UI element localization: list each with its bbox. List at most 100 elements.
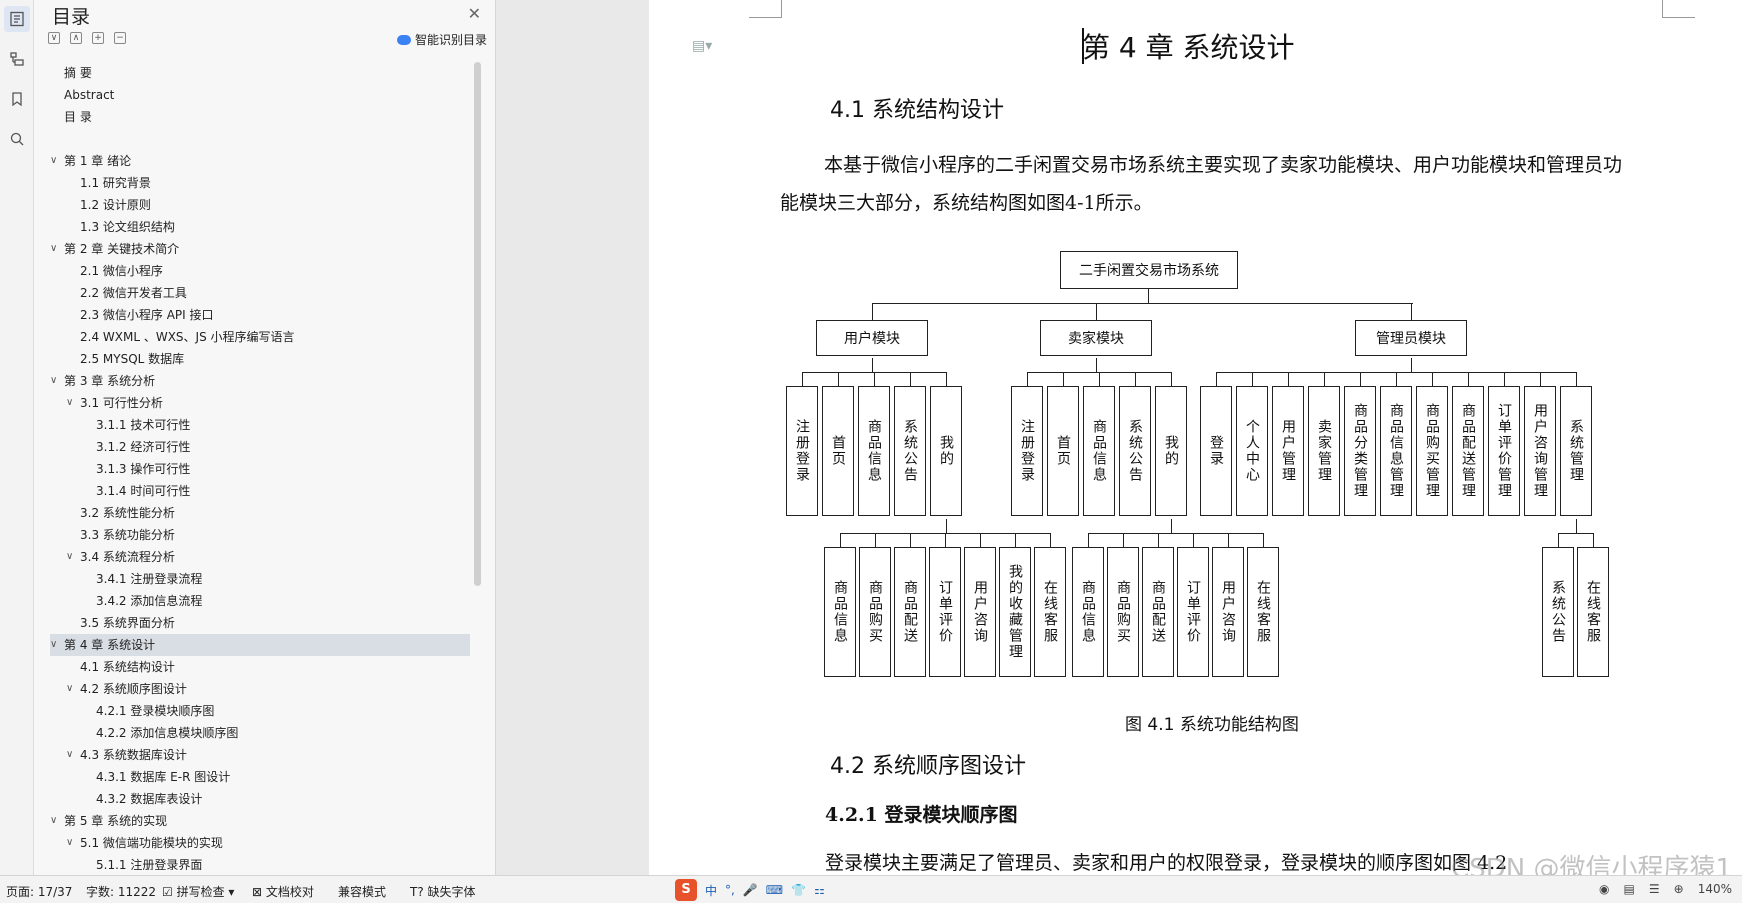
body-paragraph-login[interactable]: 登录模块主要满足了管理员、卖家和用户的权限登录，登录模块的顺序图如图 4.2 (825, 848, 1507, 875)
add-heading-icon[interactable]: + (92, 32, 104, 44)
ime-item[interactable]: 👕 (791, 883, 806, 897)
toc-item-label: 5.1.1 注册登录界面 (96, 858, 203, 870)
toc-item[interactable]: 目 录 (50, 106, 470, 128)
toc-item[interactable]: Abstract (50, 84, 470, 106)
toc-item[interactable]: 2.1 微信小程序 (50, 260, 470, 282)
expand-level-icon[interactable]: ∧ (70, 32, 82, 44)
connector-line (1193, 533, 1194, 547)
toc-item[interactable]: 4.1 系统结构设计 (50, 656, 470, 678)
toc-item[interactable]: 1.3 论文组织结构 (50, 216, 470, 238)
toc-item[interactable]: 1.2 设计原则 (50, 194, 470, 216)
toc-item[interactable]: 2.3 微信小程序 API 接口 (50, 304, 470, 326)
diagram-node-box: 首页 (1047, 386, 1079, 516)
ime-item[interactable]: °, (725, 883, 735, 897)
ime-item[interactable]: ⚏ (814, 883, 825, 897)
ime-item[interactable]: 中 (705, 882, 717, 899)
smart-toc-button[interactable]: 智能识别目录 (396, 31, 487, 48)
toc-item[interactable]: ∨ 第 4 章 系统设计 (50, 634, 470, 656)
chevron-down-icon[interactable]: ∨ (66, 832, 73, 854)
toc-item-label: 3.4.2 添加信息流程 (96, 594, 203, 608)
diagram-leaf-box: 在线客服 (1034, 547, 1066, 677)
chevron-down-icon[interactable]: ∨ (50, 238, 57, 260)
connector-line (1468, 372, 1469, 386)
connector-line (1123, 533, 1124, 547)
chevron-down-icon[interactable]: ∨ (50, 370, 57, 392)
subsection-heading-4-2-1[interactable]: 4.2.1 登录模块顺序图 (825, 800, 1018, 827)
toc-item[interactable]: ∨ 3.4 系统流程分析 (50, 546, 470, 568)
toc-item[interactable]: ∨ 4.3 系统数据库设计 (50, 744, 470, 766)
ime-item[interactable]: 🎤 (743, 883, 758, 897)
toc-item-label: 第 5 章 系统的实现 (64, 814, 168, 828)
toc-item[interactable]: 1.1 研究背景 (50, 172, 470, 194)
web-view-icon[interactable]: ⊕ (1674, 882, 1684, 896)
sogou-ime-logo[interactable]: S (675, 879, 697, 901)
collapse-all-icon[interactable]: ∨ (48, 32, 60, 44)
proofread-button[interactable]: ⊠ 文档校对 (252, 883, 314, 900)
missing-font-button[interactable]: T? 缺失字体 (410, 883, 476, 900)
toc-item[interactable]: 2.5 MYSQL 数据库 (50, 348, 470, 370)
toc-item[interactable]: ∨ 第 5 章 系统的实现 (50, 810, 470, 832)
chevron-down-icon[interactable]: ∨ (50, 810, 57, 832)
toc-item[interactable]: 2.4 WXML 、WXS、JS 小程序编写语言 (50, 326, 470, 348)
toc-item[interactable]: 4.2.1 登录模块顺序图 (50, 700, 470, 722)
chevron-down-icon[interactable]: ∨ (66, 546, 73, 568)
toc-item-label: 2.1 微信小程序 (80, 264, 163, 278)
toc-item-label: 3.5 系统界面分析 (80, 616, 175, 630)
chevron-down-icon[interactable]: ∨ (66, 678, 73, 700)
remove-heading-icon[interactable]: − (114, 32, 126, 44)
toc-item[interactable]: 4.3.2 数据库表设计 (50, 788, 470, 810)
connector-line (1576, 372, 1577, 386)
chevron-down-icon[interactable]: ∨ (66, 392, 73, 414)
toc-panel-icon[interactable] (3, 6, 30, 32)
connector-line (1171, 519, 1172, 533)
crop-mark-right (1662, 0, 1695, 18)
toc-list: 摘 要 Abstract 目 录 ∨ 第 1 章 绪论 1.1 研究背景 1.2 设计原则 1… (50, 62, 470, 870)
diagram-leaf-box: 系统公告 (1542, 547, 1574, 677)
toc-item[interactable]: 3.4.2 添加信息流程 (50, 590, 470, 612)
section-heading-4-1[interactable]: 4.1 系统结构设计 (830, 92, 1004, 124)
chapter-heading[interactable]: 第 4 章 系统设计 (1082, 26, 1295, 66)
toc-item[interactable]: 4.2.2 添加信息模块顺序图 (50, 722, 470, 744)
toc-item[interactable]: 3.2 系统性能分析 (50, 502, 470, 524)
toc-item[interactable]: ∨ 4.2 系统顺序图设计 (50, 678, 470, 700)
ime-item[interactable]: ⌨ (766, 883, 783, 897)
word-count[interactable]: 字数: 11222 (86, 883, 156, 900)
toc-item[interactable]: 3.5 系统界面分析 (50, 612, 470, 634)
toc-item[interactable]: 3.1.1 技术可行性 (50, 414, 470, 436)
spell-check-button[interactable]: ☑ 拼写检查 ▾ (162, 883, 234, 900)
left-icon-rail (0, 0, 34, 875)
toc-item[interactable]: ∨ 3.1 可行性分析 (50, 392, 470, 414)
outline-view-icon[interactable]: ☰ (1649, 882, 1660, 896)
chapter-nav-icon[interactable] (4, 46, 30, 72)
toc-item[interactable]: 4.3.1 数据库 E-R 图设计 (50, 766, 470, 788)
close-icon[interactable]: ✕ (468, 4, 481, 23)
toc-item[interactable]: ∨ 第 3 章 系统分析 (50, 370, 470, 392)
chevron-down-icon[interactable]: ∨ (50, 150, 57, 172)
toc-scrollbar[interactable] (474, 62, 481, 586)
toc-item[interactable]: 3.1.3 操作可行性 (50, 458, 470, 480)
search-icon[interactable] (4, 126, 30, 152)
toc-panel-title: 目录 (52, 6, 91, 28)
diagram-node-box: 系统公告 (894, 386, 926, 516)
toc-item[interactable]: 3.4.1 注册登录流程 (50, 568, 470, 590)
toc-item[interactable]: ∨ 第 1 章 绪论 (50, 150, 470, 172)
toc-item[interactable]: 3.3 系统功能分析 (50, 524, 470, 546)
toc-item[interactable]: 3.1.4 时间可行性 (50, 480, 470, 502)
figure-caption[interactable]: 图 4.1 系统功能结构图 (1125, 710, 1299, 735)
toc-item[interactable]: ∨ 5.1 微信端功能模块的实现 (50, 832, 470, 854)
page-view-icon[interactable]: ▤ (1624, 882, 1635, 896)
body-paragraph[interactable]: 本基于微信小程序的二手闲置交易市场系统主要实现了卖家功能模块、用户功能模块和管理… (780, 146, 1630, 222)
toc-item[interactable]: 3.1.2 经济可行性 (50, 436, 470, 458)
toc-item[interactable]: 摘 要 (50, 62, 470, 84)
document-map-icon[interactable]: ▤▾ (692, 38, 712, 54)
bookmark-icon[interactable] (4, 86, 30, 112)
toc-item[interactable]: ∨ 第 2 章 关键技术简介 (50, 238, 470, 260)
chevron-down-icon[interactable]: ∨ (66, 744, 73, 766)
toc-item[interactable]: 2.2 微信开发者工具 (50, 282, 470, 304)
page-indicator[interactable]: 页面: 17/37 (6, 883, 72, 900)
chevron-down-icon[interactable]: ∨ (50, 634, 57, 656)
toc-item[interactable]: 5.1.1 注册登录界面 (50, 854, 470, 870)
eye-protect-icon[interactable]: ◉ (1599, 882, 1609, 896)
zoom-level[interactable]: 140% (1698, 882, 1732, 896)
section-heading-4-2[interactable]: 4.2 系统顺序图设计 (830, 748, 1026, 780)
